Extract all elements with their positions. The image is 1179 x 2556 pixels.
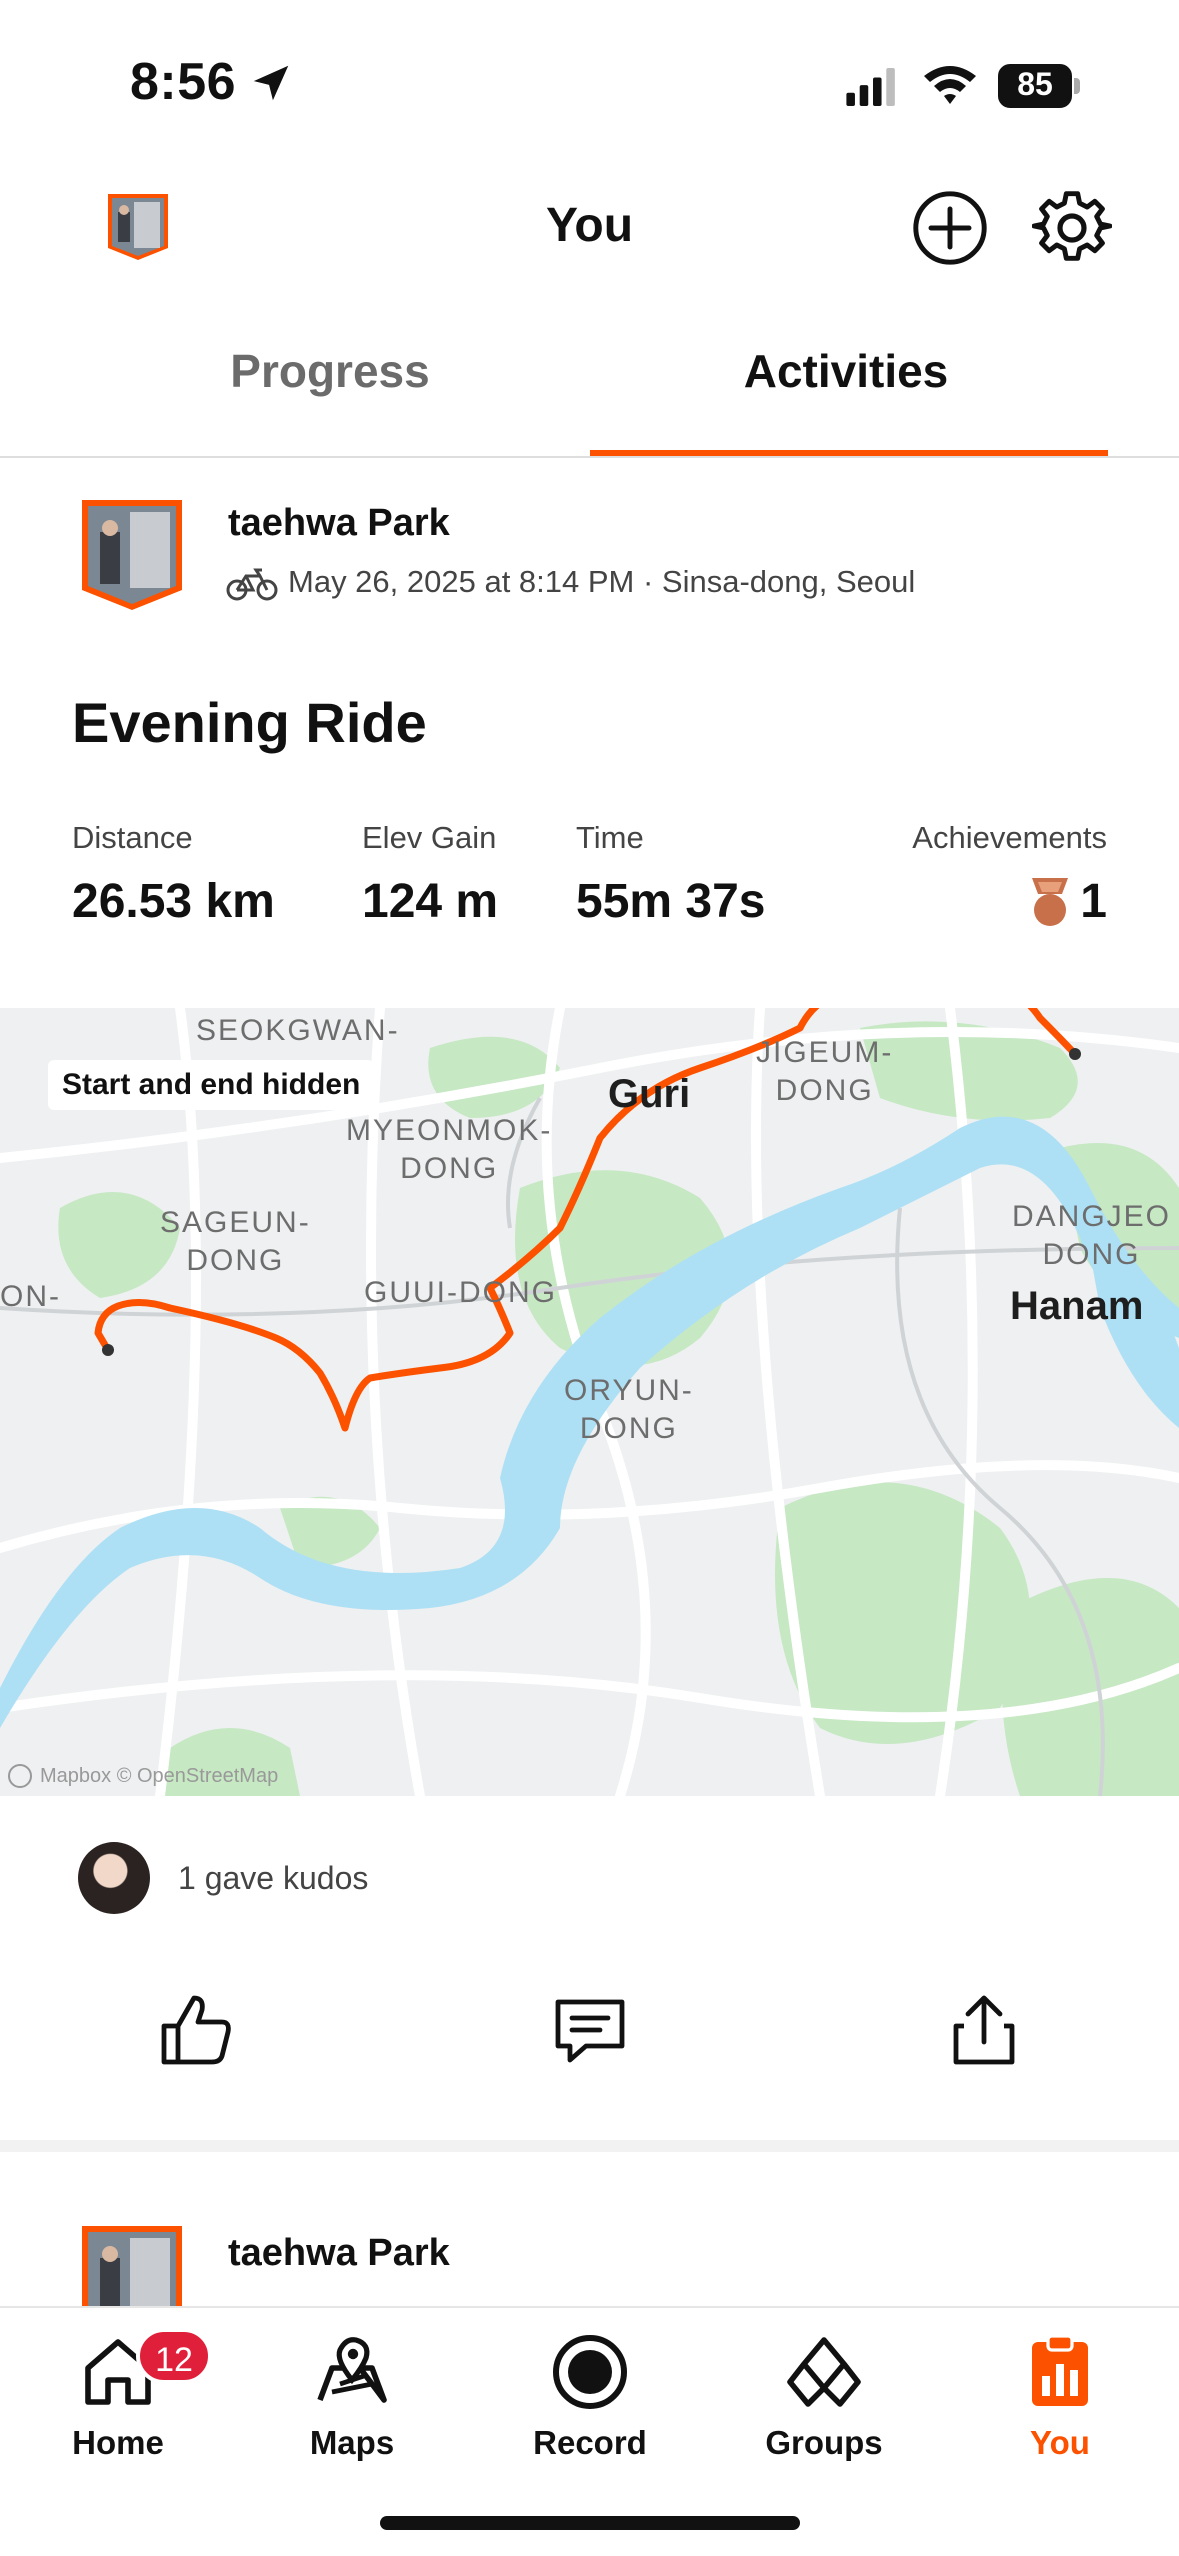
map-credit-text: Mapbox © OpenStreetMap <box>40 1764 279 1787</box>
nav-maps[interactable]: Maps <box>252 2332 452 2462</box>
stat-elev-gain: Elev Gain 124 m <box>362 820 498 929</box>
you-icon <box>1032 2334 1088 2406</box>
nav-label: Home <box>72 2424 164 2461</box>
map-label: DANGJEO DONG <box>1012 1200 1172 1271</box>
map-label: GUUI-DONG <box>364 1276 557 1309</box>
map-label: MYEONMOK- DONG <box>346 1114 553 1185</box>
kudos-avatar[interactable] <box>78 1842 150 1914</box>
info-icon[interactable] <box>8 1764 32 1788</box>
battery-indicator: 85 <box>998 64 1080 108</box>
stat-achievements[interactable]: Achievements 1 <box>912 820 1107 929</box>
home-indicator <box>380 2516 800 2530</box>
location-arrow-icon <box>253 65 289 101</box>
nav-you[interactable]: You <box>960 2332 1160 2462</box>
notification-badge: 12 <box>136 2328 212 2384</box>
map-label: ORYUN- DONG <box>564 1374 694 1445</box>
nav-home[interactable]: 12 Home <box>18 2328 218 2462</box>
nav-label: Groups <box>765 2424 883 2461</box>
map-label: SEOKGWAN- <box>196 1014 400 1047</box>
activity-map[interactable]: Start and end hidden SEOKGWAN- JIGEUM- D… <box>0 1008 1179 1796</box>
stat-time: Time 55m 37s <box>576 820 766 929</box>
tab-progress[interactable]: Progress <box>70 344 590 398</box>
cellular-signal-icon <box>846 68 895 106</box>
header: You <box>0 170 1179 290</box>
battery-level: 85 <box>1017 66 1053 102</box>
activity-title[interactable]: Evening Ride <box>72 690 427 755</box>
nav-groups[interactable]: Groups <box>724 2332 924 2462</box>
map-label: ON- <box>0 1280 61 1313</box>
athlete-name[interactable]: taehwa Park <box>228 2232 450 2275</box>
feed-divider <box>0 2140 1179 2152</box>
stat-label: Achievements <box>912 820 1107 855</box>
map-label: SAGEUN- DONG <box>160 1206 311 1277</box>
stat-value: 55m 37s <box>576 875 766 928</box>
map-city-label: Hanam <box>1010 1284 1144 1328</box>
stat-label: Time <box>576 820 644 855</box>
nav-label: You <box>1030 2424 1090 2461</box>
achievements-count: 1 <box>1080 875 1107 928</box>
thumbs-up-icon[interactable] <box>156 1990 236 2070</box>
activity-meta: May 26, 2025 at 8:14 PM · Sinsa-dong, Se… <box>288 564 916 599</box>
nav-label: Record <box>533 2424 647 2461</box>
map-city-label: Guri <box>608 1072 691 1116</box>
kudos-summary[interactable]: 1 gave kudos <box>178 1860 368 1897</box>
athlete-avatar[interactable] <box>78 496 186 614</box>
comment-icon[interactable] <box>550 1990 630 2070</box>
map-privacy-badge: Start and end hidden <box>48 1060 375 1110</box>
active-tab-indicator <box>590 450 1108 456</box>
stat-value: 124 m <box>362 875 499 928</box>
stat-label: Distance <box>72 820 193 855</box>
athlete-name[interactable]: taehwa Park <box>228 502 450 545</box>
tab-activities[interactable]: Activities <box>586 344 1106 398</box>
record-icon <box>553 2335 627 2409</box>
status-bar: 8:56 85 <box>0 0 1179 170</box>
bike-icon <box>226 568 278 601</box>
wifi-icon <box>924 66 976 104</box>
share-icon[interactable] <box>944 1990 1024 2070</box>
page-title: You <box>545 199 634 252</box>
map-icon <box>317 2337 387 2403</box>
medal-icon <box>1032 877 1069 926</box>
tab-bar: Progress Activities <box>0 330 1179 458</box>
status-time: 8:56 <box>130 53 237 111</box>
map-label: JIGEUM- DONG <box>756 1036 894 1107</box>
nav-record[interactable]: Record <box>490 2332 690 2462</box>
nav-label: Maps <box>309 2424 395 2461</box>
stat-value: 26.53 km <box>72 875 275 928</box>
add-icon[interactable] <box>912 190 988 266</box>
gear-icon[interactable] <box>1032 188 1112 268</box>
stat-label: Elev Gain <box>362 820 497 855</box>
map-attribution[interactable]: Mapbox © OpenStreetMap <box>8 1764 278 1788</box>
groups-icon <box>787 2337 861 2407</box>
stat-distance: Distance 26.53 km <box>72 820 275 929</box>
